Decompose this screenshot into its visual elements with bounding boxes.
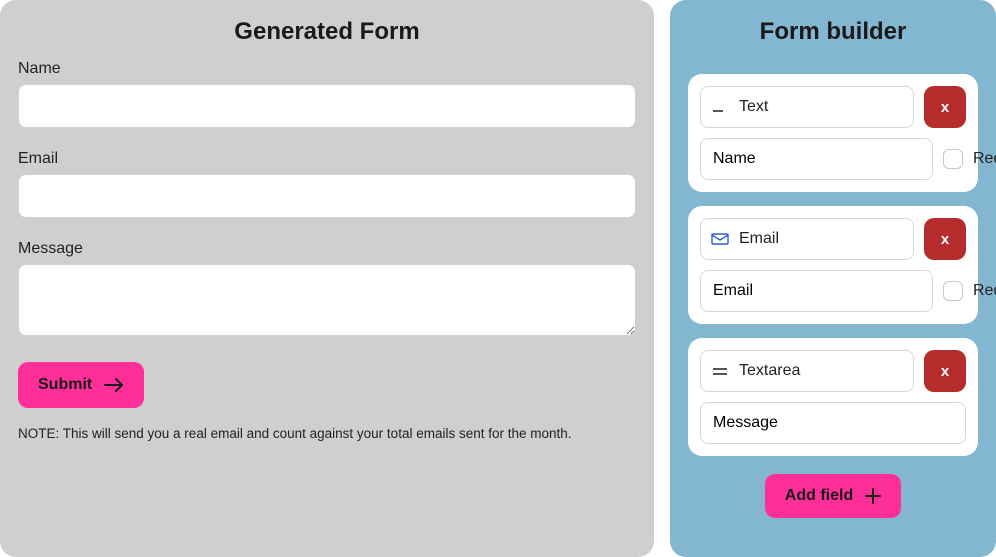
submit-button-label: Submit	[38, 376, 92, 394]
delete-field-button[interactable]: x	[924, 350, 966, 392]
builder-card: Email x Required	[688, 206, 978, 324]
form-field-label: Email	[18, 150, 636, 168]
required-label: Required	[973, 282, 996, 300]
field-label-input[interactable]	[700, 270, 933, 312]
field-type-select[interactable]: Text	[700, 86, 914, 128]
form-builder-title: Form builder	[688, 18, 978, 46]
form-builder-panel: Form builder Text x Required	[670, 0, 996, 557]
field-label-input[interactable]	[700, 138, 933, 180]
generated-form-title: Generated Form	[18, 18, 636, 46]
field-type-label: Textarea	[739, 362, 800, 380]
form-field-message: Message	[18, 240, 636, 336]
add-field-button[interactable]: Add field	[765, 474, 901, 518]
generated-form-panel: Generated Form Name Email Message Submit…	[0, 0, 654, 557]
field-type-select[interactable]: Email	[700, 218, 914, 260]
note-text: NOTE: This will send you a real email an…	[18, 426, 636, 441]
email-input[interactable]	[18, 174, 636, 218]
arrow-right-icon	[104, 377, 124, 393]
name-input[interactable]	[18, 84, 636, 128]
plus-icon	[865, 488, 881, 504]
field-type-label: Text	[739, 98, 768, 116]
field-type-select[interactable]: Textarea	[700, 350, 914, 392]
add-field-label: Add field	[785, 487, 853, 505]
required-label: Required	[973, 150, 996, 168]
builder-card: Text x Required	[688, 74, 978, 192]
required-checkbox[interactable]	[943, 149, 963, 169]
textarea-type-icon	[711, 365, 729, 377]
message-textarea[interactable]	[18, 264, 636, 336]
field-type-label: Email	[739, 230, 779, 248]
text-type-icon	[711, 101, 729, 113]
form-field-name: Name	[18, 60, 636, 128]
field-label-input[interactable]	[700, 402, 966, 444]
delete-field-button[interactable]: x	[924, 86, 966, 128]
required-checkbox[interactable]	[943, 281, 963, 301]
delete-field-button[interactable]: x	[924, 218, 966, 260]
submit-button[interactable]: Submit	[18, 362, 144, 408]
builder-card: Textarea x	[688, 338, 978, 456]
email-type-icon	[711, 233, 729, 245]
form-field-label: Name	[18, 60, 636, 78]
form-field-label: Message	[18, 240, 636, 258]
form-field-email: Email	[18, 150, 636, 218]
